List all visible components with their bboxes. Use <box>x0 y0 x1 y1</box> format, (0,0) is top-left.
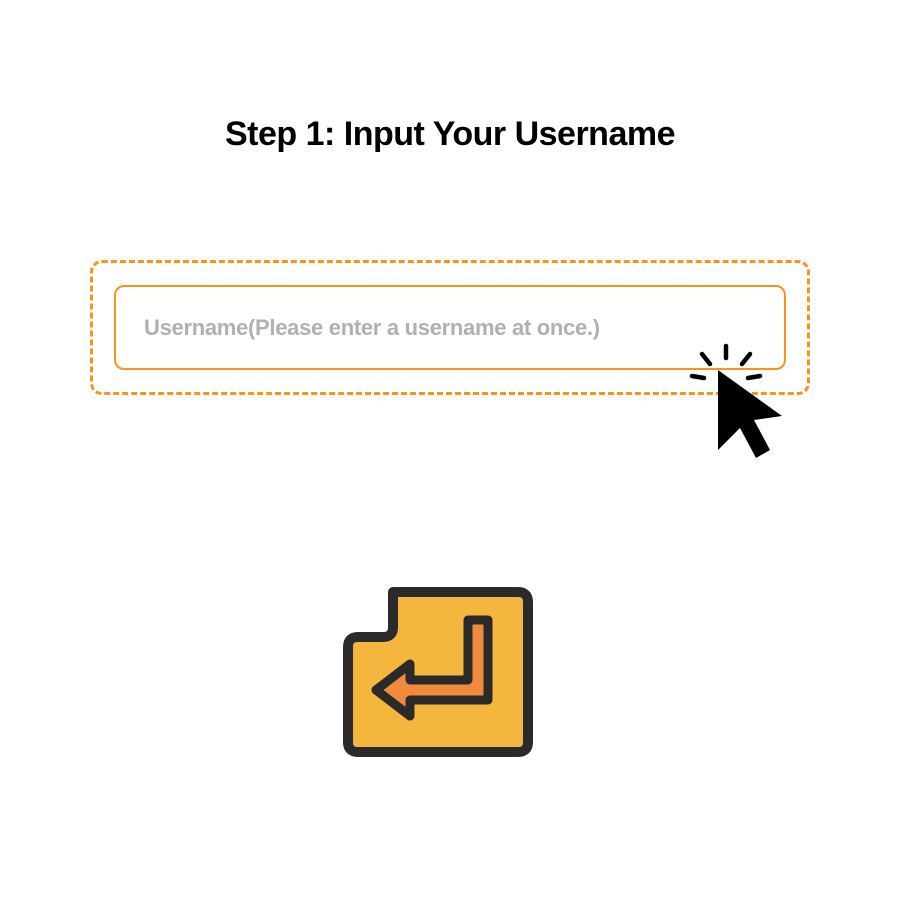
enter-key-button[interactable] <box>338 572 538 772</box>
click-cursor-icon <box>678 338 808 468</box>
username-placeholder: Username(Please enter a username at once… <box>144 315 600 341</box>
step-heading: Step 1: Input Your Username <box>0 115 900 154</box>
